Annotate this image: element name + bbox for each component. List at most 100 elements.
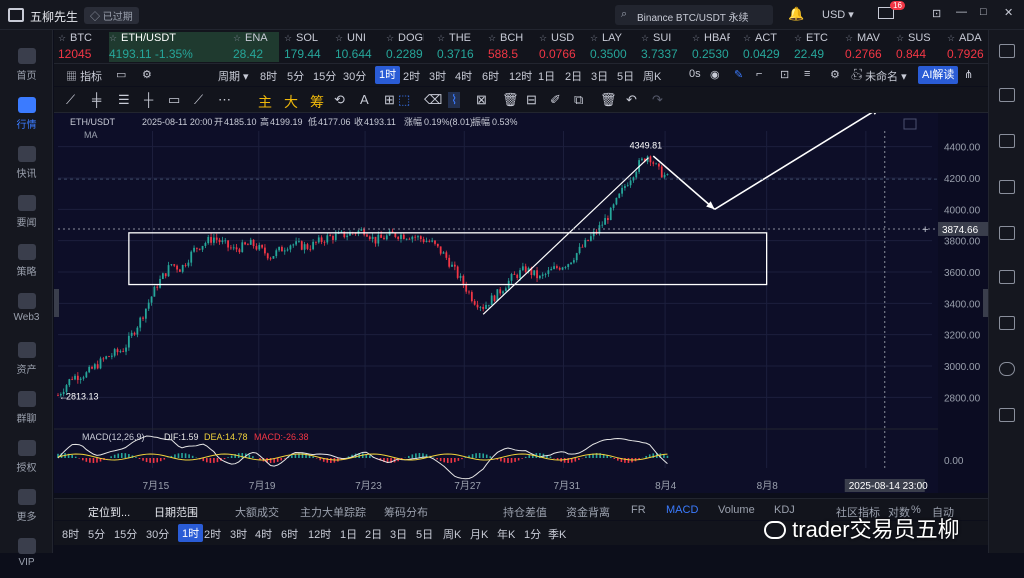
bottom-interval-3[interactable]: 30分 — [146, 526, 169, 542]
gauge-icon[interactable] — [999, 362, 1015, 376]
brush-tool-icon[interactable]: ⟋ — [194, 92, 203, 108]
main-force-tool[interactable]: 主 — [258, 92, 272, 112]
share-icon[interactable]: ⋔ — [964, 68, 973, 81]
brush-style-icon[interactable]: ✐ — [550, 92, 561, 108]
indicator-0[interactable]: 定位到... — [88, 504, 130, 520]
document-icon[interactable] — [999, 88, 1015, 102]
select-icon[interactable]: ⬚ — [398, 92, 410, 108]
star-icon[interactable]: ☆ — [539, 33, 547, 44]
star-icon[interactable]: ☆ — [488, 33, 496, 44]
nav-item-0[interactable]: 首页 — [0, 42, 53, 88]
camera-icon[interactable]: ◉ — [710, 68, 720, 81]
star-icon[interactable]: ☆ — [437, 33, 445, 44]
indicator-9[interactable]: Volume — [718, 504, 755, 516]
bottom-interval-8[interactable]: 6时 — [281, 526, 298, 542]
star-icon[interactable]: ☆ — [896, 33, 904, 44]
nav-item-10[interactable]: VIP — [0, 532, 53, 578]
indicator-5[interactable]: 持仓差值 — [503, 504, 547, 520]
magnet-icon[interactable]: ⌇ — [448, 92, 460, 108]
star-icon[interactable]: ☆ — [794, 33, 802, 44]
close-icon[interactable]: ✕ — [1004, 6, 1013, 19]
indicators-button[interactable]: ▦ 指标 — [66, 68, 102, 84]
bottom-interval-14[interactable]: 周K — [443, 526, 461, 542]
nav-item-9[interactable]: 更多 — [0, 483, 53, 529]
star-icon[interactable]: ☆ — [845, 33, 853, 44]
list-icon[interactable] — [999, 134, 1015, 148]
nav-item-3[interactable]: 要闻 — [0, 189, 53, 235]
star-icon[interactable]: ☆ — [335, 33, 343, 44]
interval-9[interactable]: 12时 — [509, 68, 532, 84]
menu-icon[interactable]: ≡ — [804, 68, 810, 80]
cycle-icon[interactable]: ⟲ — [334, 92, 345, 108]
currency-select[interactable]: USD ▾ — [822, 8, 854, 21]
bottom-interval-13[interactable]: 5日 — [416, 526, 433, 542]
trend-icon[interactable] — [999, 180, 1015, 194]
bottom-interval-18[interactable]: 季K — [548, 526, 566, 542]
interval-0[interactable]: 8时 — [260, 68, 277, 84]
star-icon[interactable]: ☆ — [590, 33, 598, 44]
indicator-4[interactable]: 筹码分布 — [384, 504, 428, 520]
pen-icon[interactable]: ✎ — [734, 68, 743, 81]
interval-11[interactable]: 2日 — [565, 68, 582, 84]
nav-item-2[interactable]: 快讯 — [0, 140, 53, 186]
crop-icon[interactable]: ⌐ — [756, 68, 762, 80]
interval-10[interactable]: 1日 — [538, 68, 555, 84]
nav-item-8[interactable]: 授权 — [0, 434, 53, 480]
pin-icon[interactable]: ⊡ — [932, 7, 941, 20]
ai-analysis-button[interactable]: AI解读 — [918, 66, 958, 84]
undo-icon[interactable]: ↶ — [626, 92, 637, 108]
interval-1[interactable]: 5分 — [287, 68, 304, 84]
star-icon[interactable]: ☆ — [743, 33, 751, 44]
bottom-interval-11[interactable]: 2日 — [365, 526, 382, 542]
bottom-interval-6[interactable]: 3时 — [230, 526, 247, 542]
nav-item-5[interactable]: Web3 — [0, 287, 53, 333]
delete-icon[interactable]: 🗑 — [502, 92, 519, 108]
ray-tool-icon[interactable]: ┼ — [144, 92, 153, 107]
rect-tool-icon[interactable]: ▭ — [168, 92, 180, 108]
star-icon[interactable]: ☆ — [692, 33, 700, 44]
maximize-icon[interactable]: □ — [980, 6, 987, 18]
bottom-interval-17[interactable]: 1分 — [524, 526, 541, 542]
settings-icon[interactable]: ⚙ — [142, 68, 152, 81]
nav-item-1[interactable]: 行情 — [0, 91, 53, 137]
indicator-7[interactable]: FR — [631, 504, 646, 516]
bell-icon[interactable]: 🔔 — [788, 6, 804, 22]
price-chart[interactable]: 4400.004200.004000.003800.003600.003400.… — [54, 113, 988, 493]
search-input[interactable]: ⌕ Binance BTC/USDT 永续 — [615, 5, 773, 25]
chips-tool[interactable]: 筹 — [310, 92, 324, 112]
interval-12[interactable]: 3日 — [591, 68, 608, 84]
text-tool-icon[interactable]: A — [360, 92, 369, 107]
star-icon[interactable]: ☆ — [109, 33, 117, 44]
big-order-tool[interactable]: 大 — [284, 92, 298, 112]
interval-8[interactable]: 6时 — [482, 68, 499, 84]
indicator-1[interactable]: 日期范围 — [154, 504, 198, 520]
interval-6[interactable]: 3时 — [429, 68, 446, 84]
copy-icon[interactable]: ⧉ — [574, 92, 583, 108]
eraser-icon[interactable]: ⌫ — [424, 92, 442, 108]
bottom-interval-1[interactable]: 5分 — [88, 526, 105, 542]
star-icon[interactable]: ☆ — [641, 33, 649, 44]
message-icon[interactable] — [999, 316, 1015, 330]
bottom-interval-7[interactable]: 4时 — [255, 526, 272, 542]
bottom-interval-2[interactable]: 15分 — [114, 526, 137, 542]
minimize-icon[interactable]: — — [956, 6, 967, 18]
hline-tool-icon[interactable]: ╪ — [92, 92, 101, 107]
period-button[interactable]: 周期 ▾ — [218, 68, 249, 84]
measure-icon[interactable]: ⊞ — [384, 92, 395, 108]
layout-name-button[interactable]: ☁ 未命名 ▾ — [851, 68, 907, 84]
trash-icon[interactable]: 🗑 — [600, 92, 617, 108]
star-icon[interactable]: ☆ — [58, 33, 66, 44]
ticker-item[interactable]: ☆ADA0.7926 — [947, 32, 988, 62]
star-icon[interactable]: ☆ — [947, 33, 955, 44]
nav-item-7[interactable]: 群聊 — [0, 385, 53, 431]
star-icon[interactable]: ☆ — [386, 33, 394, 44]
bottom-interval-10[interactable]: 1日 — [340, 526, 357, 542]
bottom-interval-9[interactable]: 12时 — [308, 526, 331, 542]
indicator-8[interactable]: MACD — [666, 504, 698, 516]
grid-icon[interactable] — [999, 226, 1015, 240]
lock-icon[interactable]: ⊟ — [526, 92, 537, 108]
bottom-interval-5[interactable]: 2时 — [204, 526, 221, 542]
indicator-2[interactable]: 大额成交 — [235, 504, 279, 520]
nav-item-6[interactable]: 资产 — [0, 336, 53, 382]
bottom-interval-15[interactable]: 月K — [470, 526, 488, 542]
